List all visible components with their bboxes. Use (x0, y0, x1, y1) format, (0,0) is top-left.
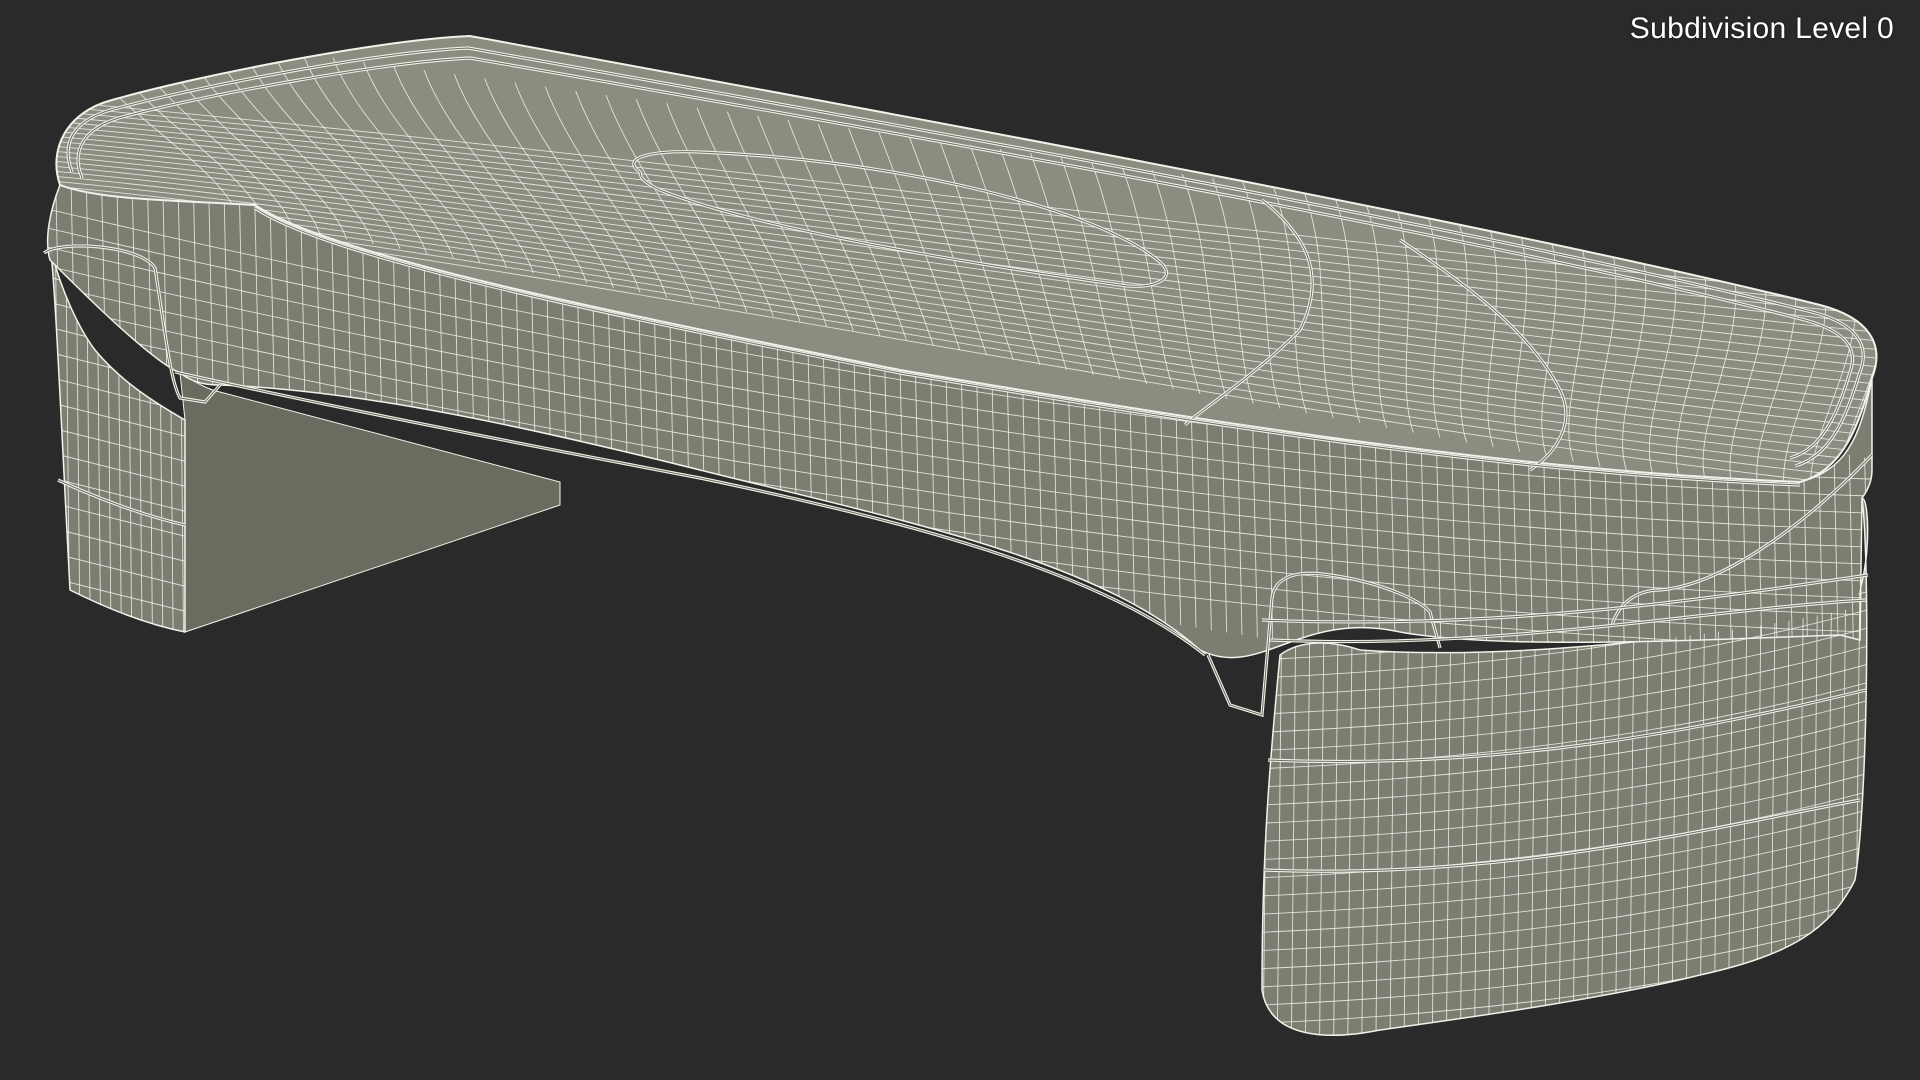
render-viewport: Subdivision Level 0 (0, 0, 1920, 1080)
deck-side-vertical-line (1880, 460, 1886, 740)
right-leg-vertical-line (1869, 480, 1875, 1050)
left-leg-horizontal-line (50, 624, 185, 632)
deck-side-vertical-line (40, 160, 46, 440)
left-leg-vertical-line (45, 230, 49, 650)
subdivision-level-label: Subdivision Level 0 (1629, 12, 1894, 45)
left-leg-horizontal-line (40, 650, 200, 690)
step-platform-wireframe (40, 34, 1886, 1050)
